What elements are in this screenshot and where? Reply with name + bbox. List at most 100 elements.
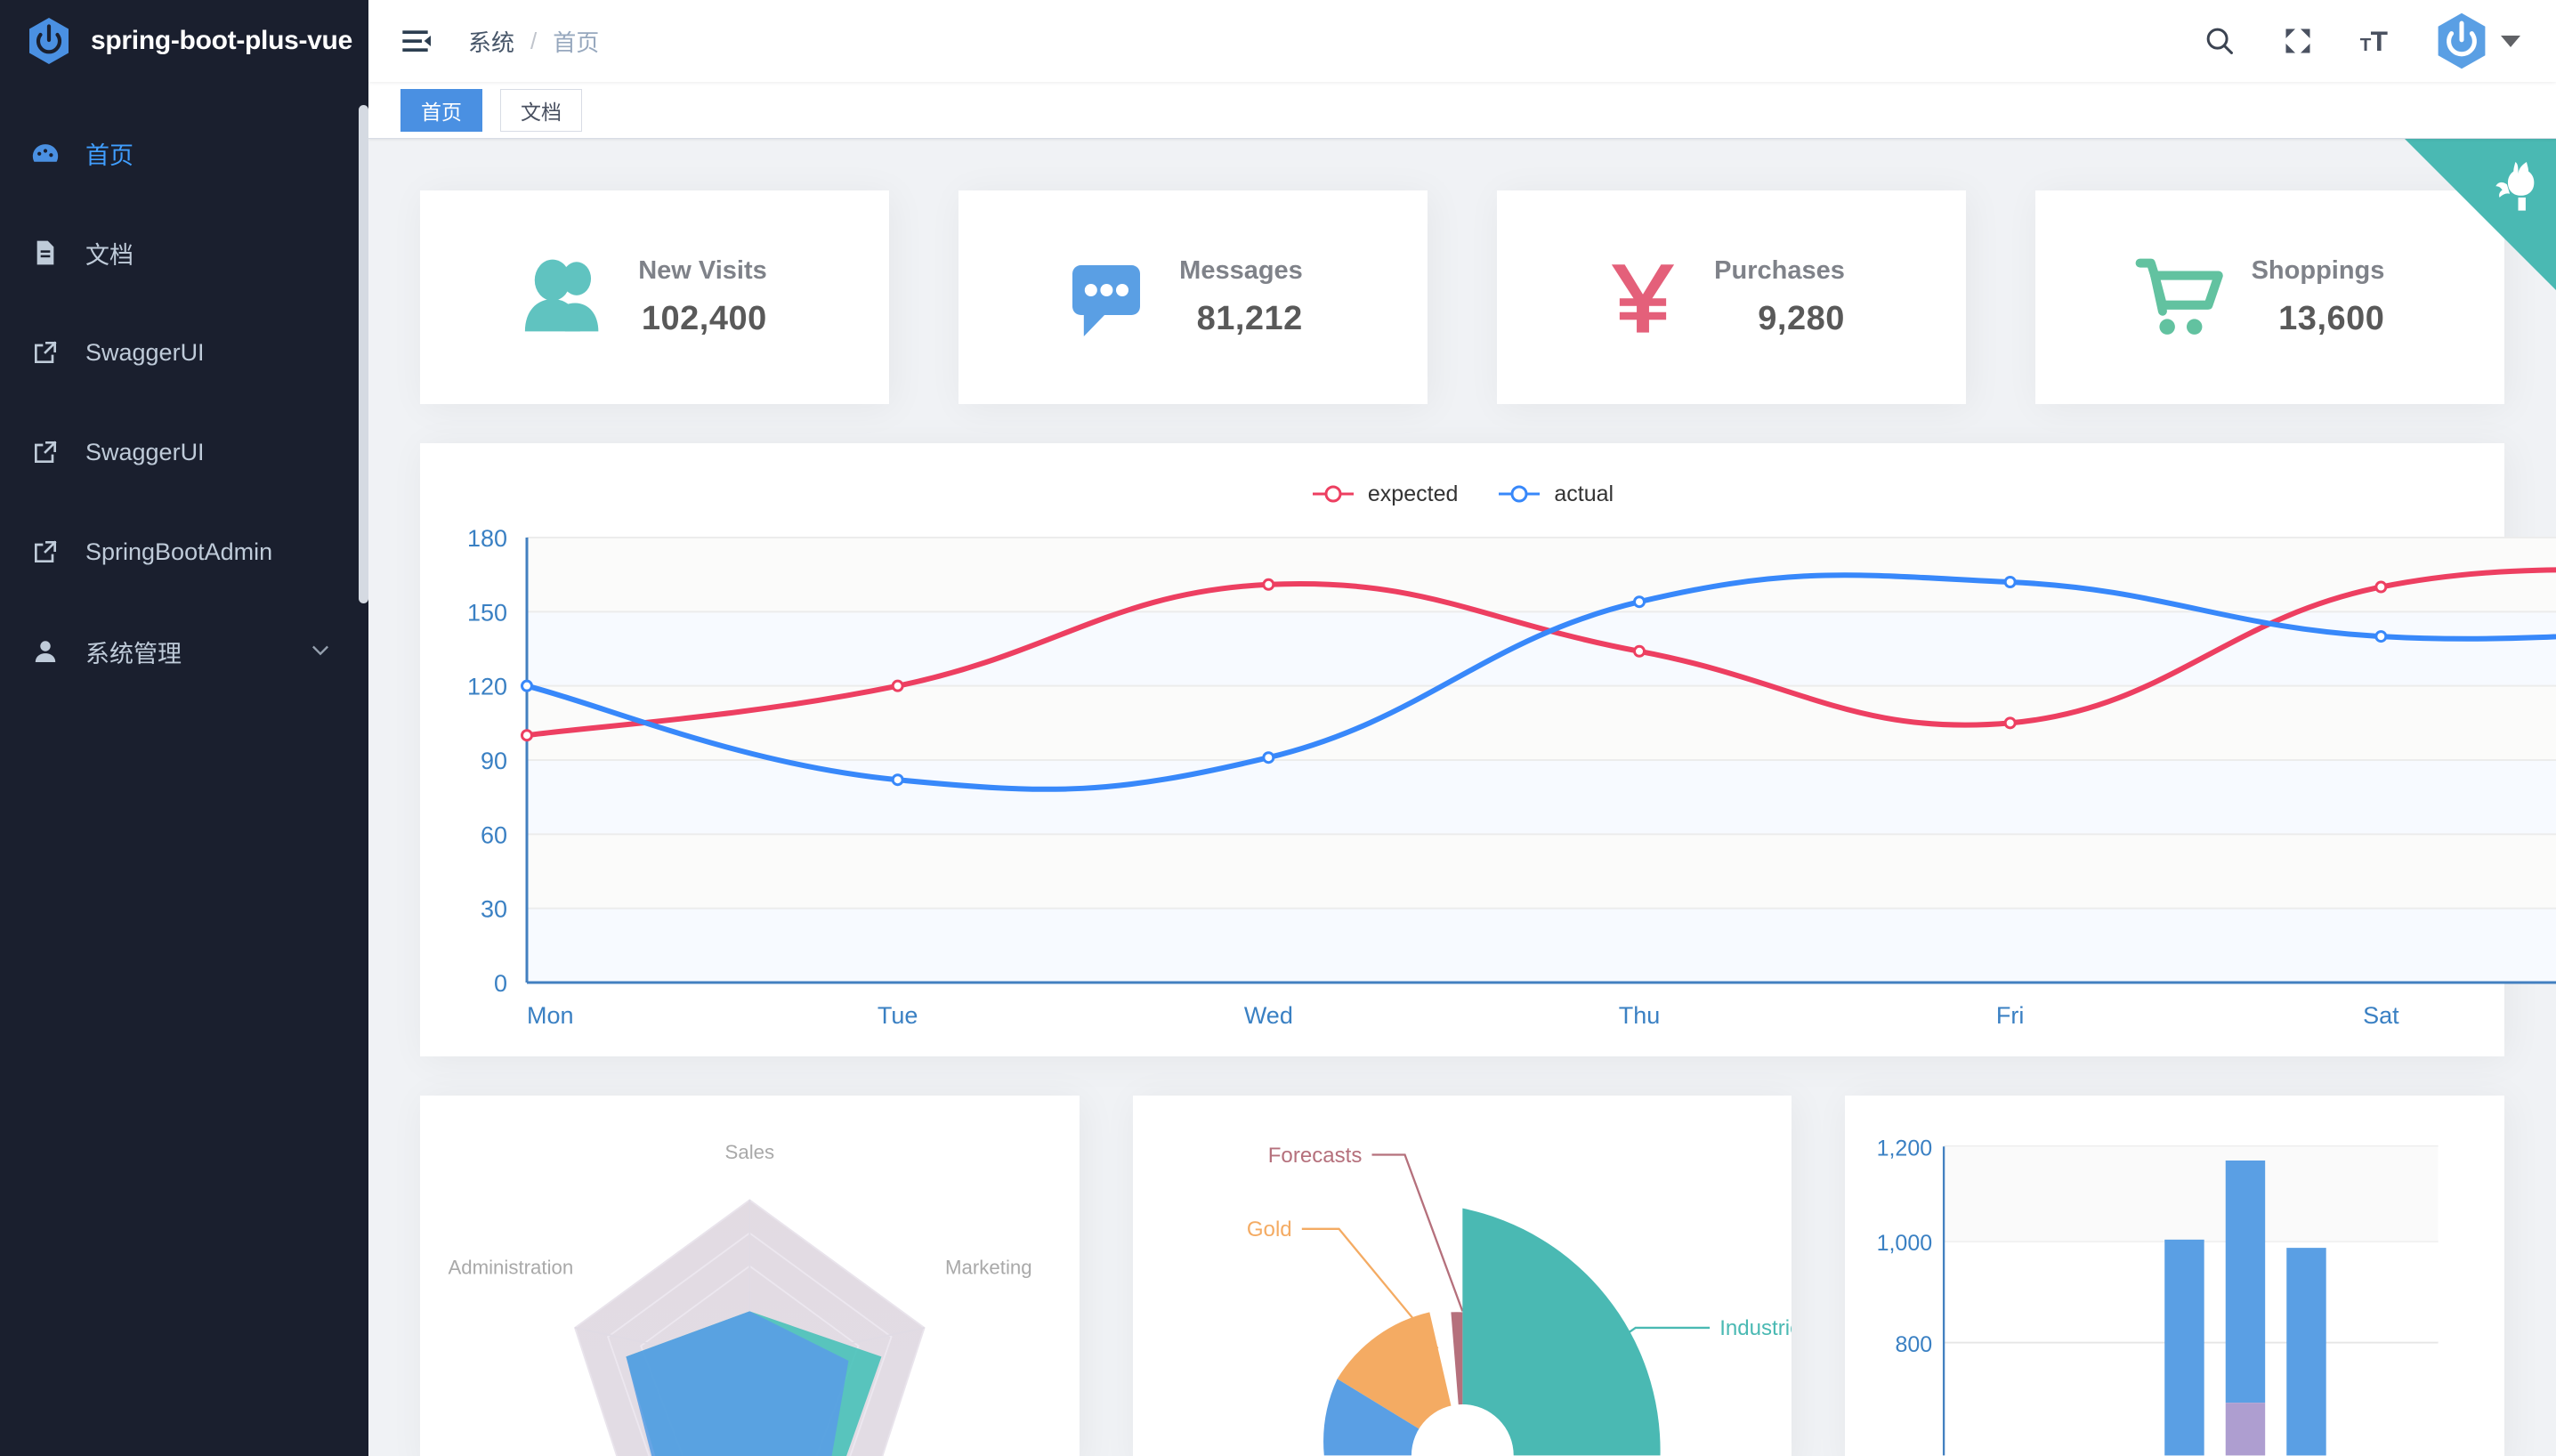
bar-ytick-1200: 1,200 <box>1877 1136 1933 1161</box>
sidebar-item-swaggerui-2[interactable]: SwaggerUI <box>0 402 368 502</box>
sidebar-item-label: SpringBootAdmin <box>85 538 273 565</box>
panel-card-shoppings[interactable]: Shoppings 13,600 <box>2035 190 2504 404</box>
sidebar-item-label: SwaggerUI <box>85 338 205 366</box>
spring-boot-logo-icon <box>27 17 71 65</box>
panel-card-purchases[interactable]: Purchases 9,280 <box>1497 190 1966 404</box>
tab-document[interactable]: 文档 <box>500 88 582 132</box>
panel-card-new-visits[interactable]: New Visits 102,400 <box>420 190 889 404</box>
external-link-icon <box>28 535 62 569</box>
bar-chart-card[interactable]: 1,200 1,000 800 <box>1845 1096 2505 1456</box>
weekly-line-chart[interactable]: 0306090120150180MonTueWedThuFriSatSun <box>420 518 2556 1052</box>
x-tick-label: Sat <box>2363 1002 2399 1029</box>
bar-ytick-1000: 1,000 <box>1877 1231 1933 1256</box>
x-tick-label: Mon <box>527 1002 574 1029</box>
series-point-actual <box>2003 576 2017 588</box>
radar-chart-card[interactable]: Sales Marketing Administration <box>420 1096 1080 1456</box>
fullscreen-icon[interactable] <box>2278 21 2317 61</box>
chart-legend: expected actual <box>420 470 2504 518</box>
sidebar-item-label: SwaggerUI <box>85 438 205 465</box>
main-area: 系统 / 首页 T T 首页 文档 New Visits 102,400 Mes… <box>368 0 2556 1456</box>
spring-boot-avatar-icon <box>2435 12 2488 70</box>
panel-card-label: New Visits <box>638 256 767 285</box>
chevron-down-icon <box>308 637 333 667</box>
search-icon[interactable] <box>2200 21 2239 61</box>
navbar-actions: T T <box>2200 12 2520 70</box>
y-tick-label: 90 <box>481 748 507 774</box>
pie-label-industries: Industries <box>1719 1316 1792 1340</box>
sidebar-item-swaggerui-1[interactable]: SwaggerUI <box>0 303 368 402</box>
panel-card-label: Purchases <box>1714 256 1845 285</box>
legend-label: expected <box>1367 481 1459 506</box>
breadcrumb-current: 首页 <box>553 28 600 56</box>
y-tick-label: 180 <box>467 525 507 552</box>
yen-money-icon <box>1572 254 1714 341</box>
panel-card-value: 102,400 <box>641 300 767 337</box>
radar-chart: Sales Marketing Administration <box>448 1141 1032 1456</box>
legend-item-actual[interactable]: actual <box>1497 481 1614 507</box>
document-icon <box>28 236 62 270</box>
series-point-actual <box>2374 630 2388 643</box>
sidebar-item-label: 文档 <box>85 241 133 269</box>
sidebar-item-springbootadmin[interactable]: SpringBootAdmin <box>0 502 368 602</box>
legend-item-expected[interactable]: expected <box>1311 481 1458 507</box>
pie-label-forecasts: Forecasts <box>1267 1144 1362 1168</box>
breadcrumb-root[interactable]: 系统 <box>468 25 514 58</box>
bar-ytick-800: 800 <box>1896 1332 1933 1357</box>
chart-band <box>527 908 2556 983</box>
hamburger-collapse-icon[interactable] <box>399 22 436 60</box>
sidebar: spring-boot-plus-vue 首页 文档 SwaggerUI Swa… <box>0 0 368 1456</box>
sidebar-item-label: 系统管理 <box>85 640 182 667</box>
breadcrumb-separator: / <box>530 27 538 54</box>
user-icon <box>28 635 62 668</box>
y-tick-label: 150 <box>467 599 507 626</box>
panel-card-value: 9,280 <box>1758 300 1845 337</box>
pie-slices <box>1322 1208 1661 1456</box>
pie-chart: Forecasts Gold Industries <box>1247 1144 1792 1456</box>
tab-home[interactable]: 首页 <box>400 88 482 132</box>
dashboard-icon <box>28 136 62 170</box>
radar-label-administration: Administration <box>448 1257 573 1279</box>
legend-marker-actual <box>1499 485 1541 503</box>
navbar: 系统 / 首页 T T <box>368 0 2556 82</box>
svg-text:T: T <box>2371 25 2388 57</box>
sidebar-item-document[interactable]: 文档 <box>0 203 368 303</box>
font-size-icon[interactable]: T T <box>2357 21 2396 61</box>
message-icon <box>1037 255 1179 340</box>
avatar[interactable] <box>2435 12 2520 70</box>
series-point-expected <box>2003 716 2017 730</box>
panel-card-value: 81,212 <box>1196 300 1303 337</box>
pie-label-gold: Gold <box>1247 1217 1292 1242</box>
brand-title: spring-boot-plus-vue <box>91 26 352 55</box>
sidebar-item-home[interactable]: 首页 <box>0 103 368 203</box>
external-link-icon <box>28 435 62 469</box>
series-point-actual <box>1633 595 1646 609</box>
panel-card-label: Shoppings <box>2251 256 2385 285</box>
caret-down-icon <box>2501 35 2520 47</box>
series-point-actual <box>521 679 533 692</box>
panel-card-text: Shoppings 13,600 <box>2252 256 2431 338</box>
sidebar-menu: 首页 文档 SwaggerUI SwaggerUI SpringBootAdmi… <box>0 82 368 701</box>
app-root: spring-boot-plus-vue 首页 文档 SwaggerUI Swa… <box>0 0 2556 1456</box>
series-point-actual <box>1262 751 1275 764</box>
panel-card-text: Purchases 9,280 <box>1714 256 1891 338</box>
sidebar-item-label: 首页 <box>85 142 133 169</box>
radar-label-marketing: Marketing <box>945 1257 1032 1279</box>
chart-band <box>527 834 2556 909</box>
panel-card-label: Messages <box>1179 256 1303 285</box>
panel-card-messages[interactable]: Messages 81,212 <box>958 190 1428 404</box>
x-tick-label: Tue <box>878 1002 918 1029</box>
external-link-icon <box>28 336 62 369</box>
sidebar-item-system-management[interactable]: 系统管理 <box>0 602 368 701</box>
panel-card-value: 13,600 <box>2278 300 2385 337</box>
series-point-expected <box>2374 580 2388 594</box>
pie-chart-card[interactable]: Forecasts Gold Industries <box>1132 1096 1792 1456</box>
weekly-line-chart-card: expected actual 0 30 60 90 120 150 180 Mon Tue We… <box>420 443 2556 1056</box>
legend-marker-expected <box>1312 485 1354 503</box>
people-icon <box>496 255 638 340</box>
brand[interactable]: spring-boot-plus-vue <box>0 0 368 82</box>
sidebar-scrollbar[interactable] <box>359 105 368 603</box>
dashboard-content: New Visits 102,400 Messages 81,212 Purch… <box>368 139 2556 1456</box>
radar-label-sales: Sales <box>725 1141 775 1163</box>
series-point-expected <box>1262 578 1275 591</box>
x-tick-label: Wed <box>1244 1002 1293 1029</box>
